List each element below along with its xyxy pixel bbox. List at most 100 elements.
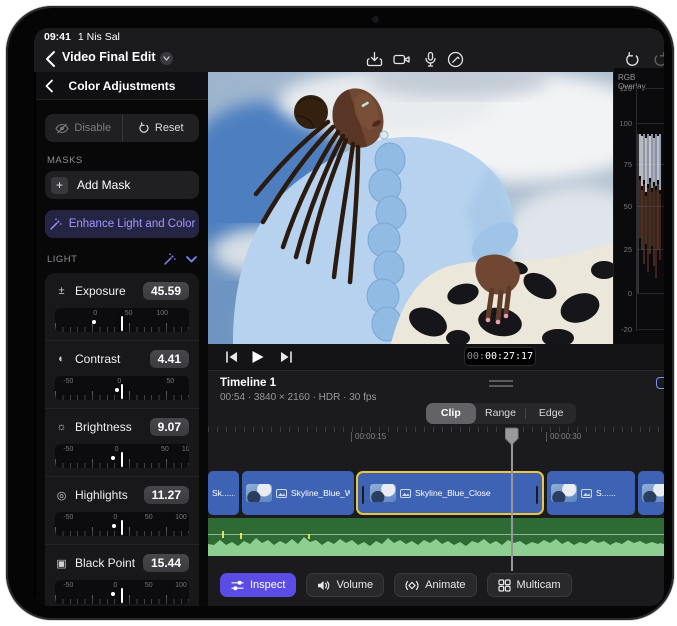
- trim-handle-left[interactable]: [362, 486, 364, 504]
- contrast-icon: ◐: [55, 353, 68, 365]
- audio-track[interactable]: [208, 518, 664, 556]
- multicam-label: Multicam: [517, 579, 561, 591]
- magic-wand-icon[interactable]: [163, 253, 176, 266]
- video-camera-icon[interactable]: [392, 49, 412, 69]
- exposure-icon: ±: [55, 285, 68, 297]
- status-bar: 09:411 Nis Sal: [44, 31, 120, 43]
- value-cursor: [121, 316, 123, 331]
- play-icon[interactable]: [250, 350, 265, 364]
- clip-thumbnail: [370, 484, 396, 502]
- slider-value[interactable]: 4.41: [150, 350, 189, 368]
- slider-value[interactable]: 9.07: [150, 418, 189, 436]
- import-icon[interactable]: [364, 49, 384, 69]
- timeline-settings-icon[interactable]: [656, 377, 664, 389]
- value-cursor: [121, 452, 123, 467]
- disable-button[interactable]: Disable: [45, 114, 123, 142]
- slider-contrast: ◐ Contrast 4.41 -50 0 50: [45, 340, 199, 408]
- timecode-hours: 00:: [467, 351, 485, 362]
- title-dropdown-icon[interactable]: [160, 52, 173, 65]
- top-bars: 09:411 Nis Sal Video Final Edit: [34, 28, 664, 72]
- slider-label: Contrast: [75, 352, 143, 366]
- tick-label: 100: [182, 446, 189, 453]
- skip-back-icon[interactable]: [224, 350, 240, 364]
- animate-button[interactable]: Animate: [394, 573, 476, 597]
- mode-edge[interactable]: Edge: [526, 403, 576, 424]
- trim-handle-right[interactable]: [536, 486, 538, 504]
- clip-thumbnail: [551, 484, 577, 502]
- tick-label: 100: [156, 310, 168, 317]
- playhead[interactable]: [505, 427, 519, 571]
- clip[interactable]: Sk......: [208, 471, 239, 515]
- tick-label: 0: [115, 446, 119, 453]
- tick-label: 0: [113, 514, 117, 521]
- panel-body: Disable Reset MASKS + Add Mask Enhance L…: [36, 100, 208, 606]
- inspect-button[interactable]: Inspect: [220, 573, 296, 597]
- clip[interactable]: Skyline_Blue_Wide: [242, 471, 354, 515]
- tick-label: 50: [161, 446, 169, 453]
- slider-ruler[interactable]: -50 0 50 100: [55, 512, 189, 536]
- timecode-display[interactable]: 00:00:27:17: [464, 347, 536, 366]
- mode-range[interactable]: Range: [476, 403, 526, 424]
- chevron-down-icon[interactable]: [186, 256, 197, 263]
- volume-button[interactable]: Volume: [306, 573, 384, 597]
- multicam-icon: [498, 579, 511, 592]
- slider-black-point: ▣ Black Point 15.44 -50 0 50 100: [45, 544, 199, 606]
- light-section-header: LIGHT: [47, 253, 197, 266]
- scope-axis-label: 100: [614, 119, 632, 128]
- clip[interactable]: [638, 471, 664, 515]
- highlights-icon: ◎: [55, 489, 68, 502]
- multicam-button[interactable]: Multicam: [487, 573, 572, 597]
- zero-dot: [92, 320, 96, 324]
- project-title[interactable]: Video Final Edit: [62, 50, 156, 64]
- media-icon: [581, 489, 592, 498]
- slider-label: Brightness: [75, 420, 143, 434]
- reset-label: Reset: [155, 122, 184, 134]
- timeline-drag-handle[interactable]: [489, 380, 513, 387]
- screen: 09:411 Nis Sal Video Final Edit: [34, 28, 664, 606]
- enhance-button[interactable]: Enhance Light and Color: [45, 210, 199, 238]
- mic-icon[interactable]: [420, 49, 440, 69]
- add-mask-button[interactable]: + Add Mask: [45, 171, 199, 199]
- black-point-icon: ▣: [55, 557, 68, 570]
- slider-value[interactable]: 11.27: [144, 486, 189, 504]
- edit-mode-control: Clip Range Edge: [426, 403, 576, 424]
- slider-exposure: ± Exposure 45.59 0 50 100: [45, 273, 199, 340]
- value-cursor: [121, 384, 123, 399]
- back-icon[interactable]: [44, 50, 58, 68]
- clip[interactable]: S......: [547, 471, 635, 515]
- magic-wand-icon: [49, 218, 62, 231]
- pencil-circle-icon[interactable]: [445, 49, 465, 69]
- redo-icon[interactable]: [650, 49, 664, 69]
- clip-name: Sk......: [212, 488, 235, 498]
- clip-thumbnail: [246, 484, 272, 502]
- slider-value[interactable]: 45.59: [143, 282, 189, 300]
- animate-label: Animate: [425, 579, 465, 591]
- zero-dot: [112, 524, 116, 528]
- zero-dot: [111, 592, 115, 596]
- audio-reference-line: [208, 534, 664, 535]
- slider-value[interactable]: 15.44: [143, 554, 189, 572]
- slider-ruler[interactable]: 0 50 100: [55, 308, 189, 332]
- slider-ruler[interactable]: -50 0 50 100: [55, 580, 189, 604]
- panel-back-icon[interactable]: [44, 79, 54, 93]
- clip-name: Skyline_Blue_Close: [415, 488, 491, 498]
- front-camera: [372, 16, 379, 23]
- audio-waveform: [208, 518, 664, 556]
- tick-label: 0: [93, 310, 97, 317]
- skip-forward-icon[interactable]: [278, 350, 294, 364]
- clip-name: Skyline_Blue_Wide: [291, 488, 350, 498]
- tick-label: -50: [63, 582, 73, 589]
- ipad-device-frame: 09:411 Nis Sal Video Final Edit: [6, 6, 674, 620]
- undo-icon[interactable]: [622, 49, 642, 69]
- reset-button[interactable]: Reset: [123, 114, 200, 142]
- animate-icon: [405, 579, 419, 592]
- tick-label: 100: [175, 582, 187, 589]
- plus-icon: +: [51, 177, 68, 194]
- timeline-ruler[interactable]: 00:00:15 00:00:30: [208, 427, 664, 449]
- mode-clip[interactable]: Clip: [426, 403, 476, 424]
- slider-ruler[interactable]: -50 0 50 100: [55, 444, 189, 468]
- video-frame: [208, 72, 613, 344]
- scope-axis-label: 0: [614, 289, 632, 298]
- video-viewer[interactable]: [208, 72, 613, 344]
- slider-ruler[interactable]: -50 0 50: [55, 376, 189, 400]
